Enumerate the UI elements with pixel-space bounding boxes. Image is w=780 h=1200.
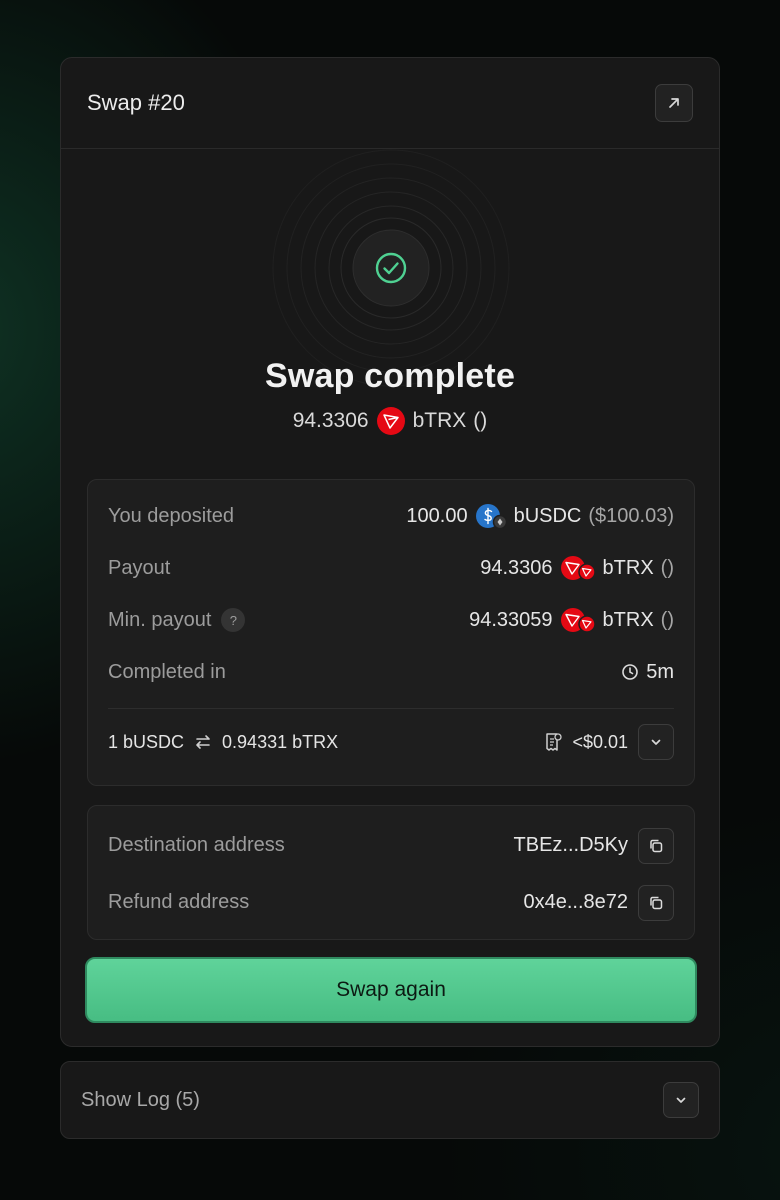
deposited-row: You deposited 100.00 bUSDC ($100.03) xyxy=(88,490,694,542)
min-payout-value: 94.33059 bTRX () xyxy=(469,606,674,634)
card-header: Swap #20 xyxy=(61,58,719,149)
payout-row: Payout 94.3306 bTRX () xyxy=(88,542,694,594)
copy-icon xyxy=(650,896,663,909)
external-link-icon xyxy=(669,98,679,108)
fee-group: <$0.01 xyxy=(544,724,674,760)
trx-token-icon xyxy=(376,406,406,436)
status-token: bTRX xyxy=(412,409,467,432)
completed-value: 5m xyxy=(621,661,674,684)
show-log-label: Show Log (5) xyxy=(81,1088,200,1111)
rate-group: 1 bUSDC 0.94331 bTRX xyxy=(108,732,338,753)
status-amount-line: 94.3306 bTRX () xyxy=(61,406,719,436)
status-usd: () xyxy=(473,409,488,432)
min-payout-label-group: Min. payout ? xyxy=(108,608,246,632)
completed-row: Completed in 5m xyxy=(88,646,694,698)
swap-arrows-icon xyxy=(196,735,210,749)
open-external-button[interactable] xyxy=(655,84,693,122)
expand-log-button[interactable] xyxy=(663,1082,699,1118)
refund-address: 0x4e...8e72 xyxy=(523,891,628,913)
min-payout-amount: 94.33059 xyxy=(469,608,553,631)
help-icon[interactable]: ? xyxy=(221,608,246,632)
min-payout-row: Min. payout ? 94.33059 bTRX () xyxy=(88,594,694,646)
deposited-label: You deposited xyxy=(108,504,235,527)
status-ripple xyxy=(272,149,510,387)
payout-label: Payout xyxy=(108,556,171,579)
destination-row: Destination address TBEz...D5Ky xyxy=(88,817,694,874)
deposited-token: bUSDC xyxy=(513,504,582,527)
deposited-value: 100.00 bUSDC ($100.03) xyxy=(406,502,674,530)
refund-value-group: 0x4e...8e72 xyxy=(523,884,674,921)
status-title: Swap complete xyxy=(264,357,516,395)
destination-value-group: TBEz...D5Ky xyxy=(513,827,674,864)
chevron-down-icon xyxy=(676,1097,686,1103)
copy-refund-button[interactable] xyxy=(638,884,674,921)
swap-details-panel: You deposited 100.00 bUSDC ($100.03) Pay… xyxy=(87,479,695,786)
status-amount: 94.3306 xyxy=(292,409,369,432)
show-log-toggle[interactable]: Show Log (5) xyxy=(60,1061,720,1139)
min-payout-token: bTRX xyxy=(602,608,654,631)
refund-row: Refund address 0x4e...8e72 xyxy=(88,874,694,931)
destination-label: Destination address xyxy=(108,834,285,856)
copy-icon xyxy=(650,839,663,852)
trx-token-icon xyxy=(560,554,596,582)
payout-amount: 94.3306 xyxy=(480,556,553,579)
swap-card: Swap #20 Swap complete 94.3306 bTRX () Y… xyxy=(60,57,720,1047)
rate-row: 1 bUSDC 0.94331 bTRX <$0.01 xyxy=(88,709,694,775)
clock-icon xyxy=(622,664,639,680)
fee-value: <$0.01 xyxy=(572,731,628,752)
copy-destination-button[interactable] xyxy=(638,827,674,864)
min-payout-usd: () xyxy=(660,608,674,631)
status-hero: Swap complete 94.3306 bTRX () xyxy=(61,149,719,469)
payout-value: 94.3306 bTRX () xyxy=(480,554,674,582)
addresses-panel: Destination address TBEz...D5Ky Refund a… xyxy=(87,805,695,940)
payout-usd: () xyxy=(660,556,674,579)
deposited-usd: ($100.03) xyxy=(588,504,674,527)
expand-details-button[interactable] xyxy=(638,724,674,760)
completed-time: 5m xyxy=(646,660,674,683)
chevron-down-icon xyxy=(651,739,661,745)
deposited-amount: 100.00 xyxy=(406,504,468,527)
card-title: Swap #20 xyxy=(87,90,185,115)
receipt-icon xyxy=(546,733,563,751)
min-payout-label: Min. payout xyxy=(108,608,212,631)
destination-address: TBEz...D5Ky xyxy=(513,834,628,856)
usdc-token-icon xyxy=(475,502,507,530)
payout-token: bTRX xyxy=(602,556,654,579)
rate-to: 0.94331 bTRX xyxy=(222,731,339,752)
refund-label: Refund address xyxy=(108,891,250,913)
rate-from: 1 bUSDC xyxy=(108,731,185,752)
trx-token-icon xyxy=(560,606,596,634)
swap-again-button[interactable]: Swap again xyxy=(85,957,697,1023)
completed-label: Completed in xyxy=(108,660,226,683)
